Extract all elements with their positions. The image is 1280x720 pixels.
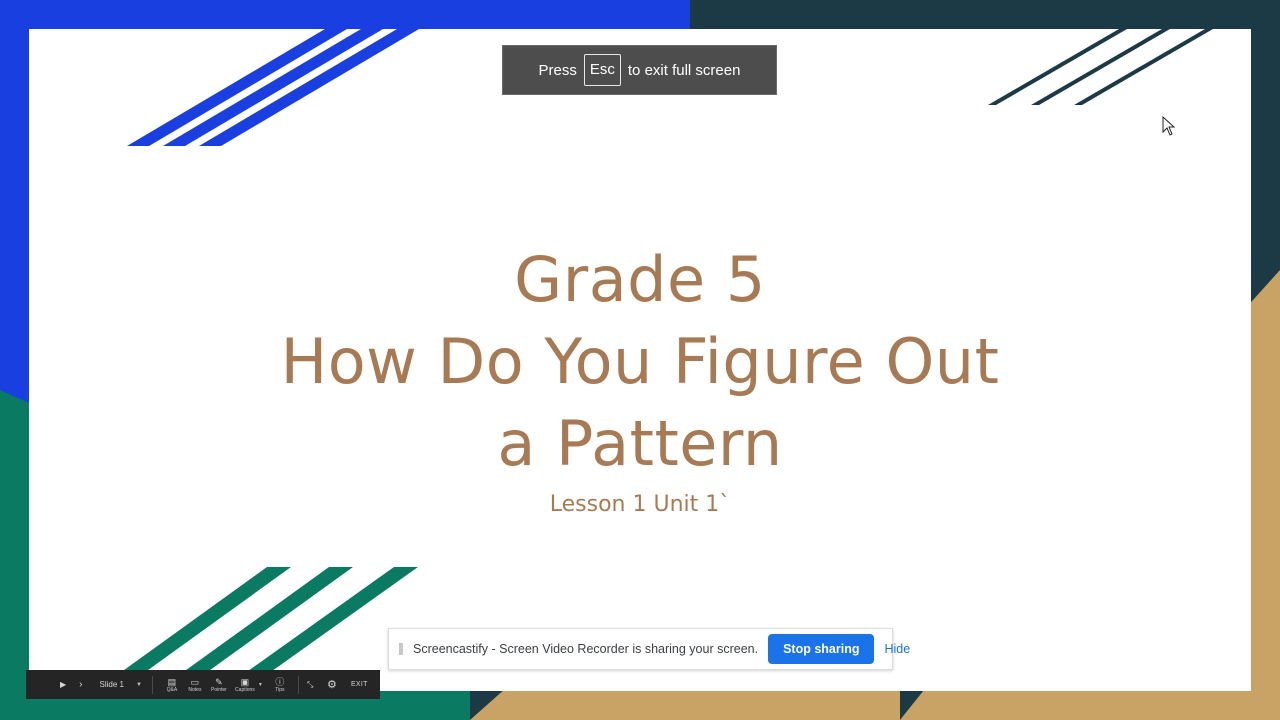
mouse-pointer-icon [1162, 116, 1176, 136]
chevron-right-icon[interactable]: › [79, 679, 82, 690]
captions-icon: ▣ [240, 676, 250, 687]
toolbar-divider [151, 675, 153, 694]
presenter-toolbar: ▶ › Slide 1 ▼ ▤ Q&A ▭ Notes ✎ Pointer ▣ … [26, 670, 380, 699]
exit-button[interactable]: EXIT [351, 681, 368, 688]
tips-label: Tips [275, 686, 285, 693]
slide-title: Grade 5 How Do You Figure Out a Pattern [29, 239, 1251, 485]
title-line-3: a Pattern [497, 407, 783, 480]
sharing-message: Screencastify - Screen Video Recorder is… [413, 642, 759, 656]
hide-button[interactable]: Hide [884, 642, 910, 656]
tips-button[interactable]: ⓘ Tips [270, 677, 290, 693]
slide-selector-label: Slide 1 [99, 680, 124, 689]
info-icon: ⓘ [275, 676, 285, 687]
slide-canvas: Grade 5 How Do You Figure Out a Pattern … [29, 29, 1251, 691]
exit-fullscreen-notice: Press Esc to exit full screen [502, 45, 777, 95]
title-line-1: Grade 5 [514, 243, 766, 316]
pointer-button[interactable]: ✎ Pointer [207, 677, 231, 693]
captions-options-icon[interactable]: ▾ [259, 681, 262, 688]
qa-label: Q&A [166, 686, 178, 693]
notes-button[interactable]: ▭ Notes [183, 677, 207, 693]
title-line-2: How Do You Figure Out [280, 325, 1000, 398]
notice-exit-text: to exit full screen [627, 61, 741, 79]
stop-sharing-button[interactable]: Stop sharing [768, 634, 875, 664]
notes-label: Notes [188, 686, 202, 693]
pointer-label: Pointer [211, 686, 227, 693]
laser-pointer-icon: ✎ [215, 676, 223, 687]
screen-sharing-bar: Screencastify - Screen Video Recorder is… [388, 628, 910, 670]
captions-button[interactable]: ▣ Captions [231, 677, 259, 693]
notice-press-text: Press [538, 61, 577, 79]
qa-button[interactable]: ▤ Q&A [161, 677, 183, 693]
slide-subtitle: Lesson 1 Unit 1` [549, 492, 731, 517]
slide-selector[interactable]: Slide 1 ▼ [100, 680, 142, 689]
captions-label: Captions [235, 686, 255, 693]
drag-handle-icon[interactable] [399, 643, 403, 655]
toolbar-divider [297, 675, 299, 694]
notes-icon: ▭ [190, 676, 200, 687]
play-icon[interactable]: ▶ [60, 680, 66, 690]
qa-icon: ▤ [167, 676, 177, 687]
gear-icon[interactable]: ⚙ [327, 679, 341, 690]
chevron-down-icon: ▼ [135, 681, 142, 688]
esc-key-badge: Esc [583, 54, 621, 86]
exit-fullscreen-icon[interactable]: ⤡ [307, 680, 321, 690]
